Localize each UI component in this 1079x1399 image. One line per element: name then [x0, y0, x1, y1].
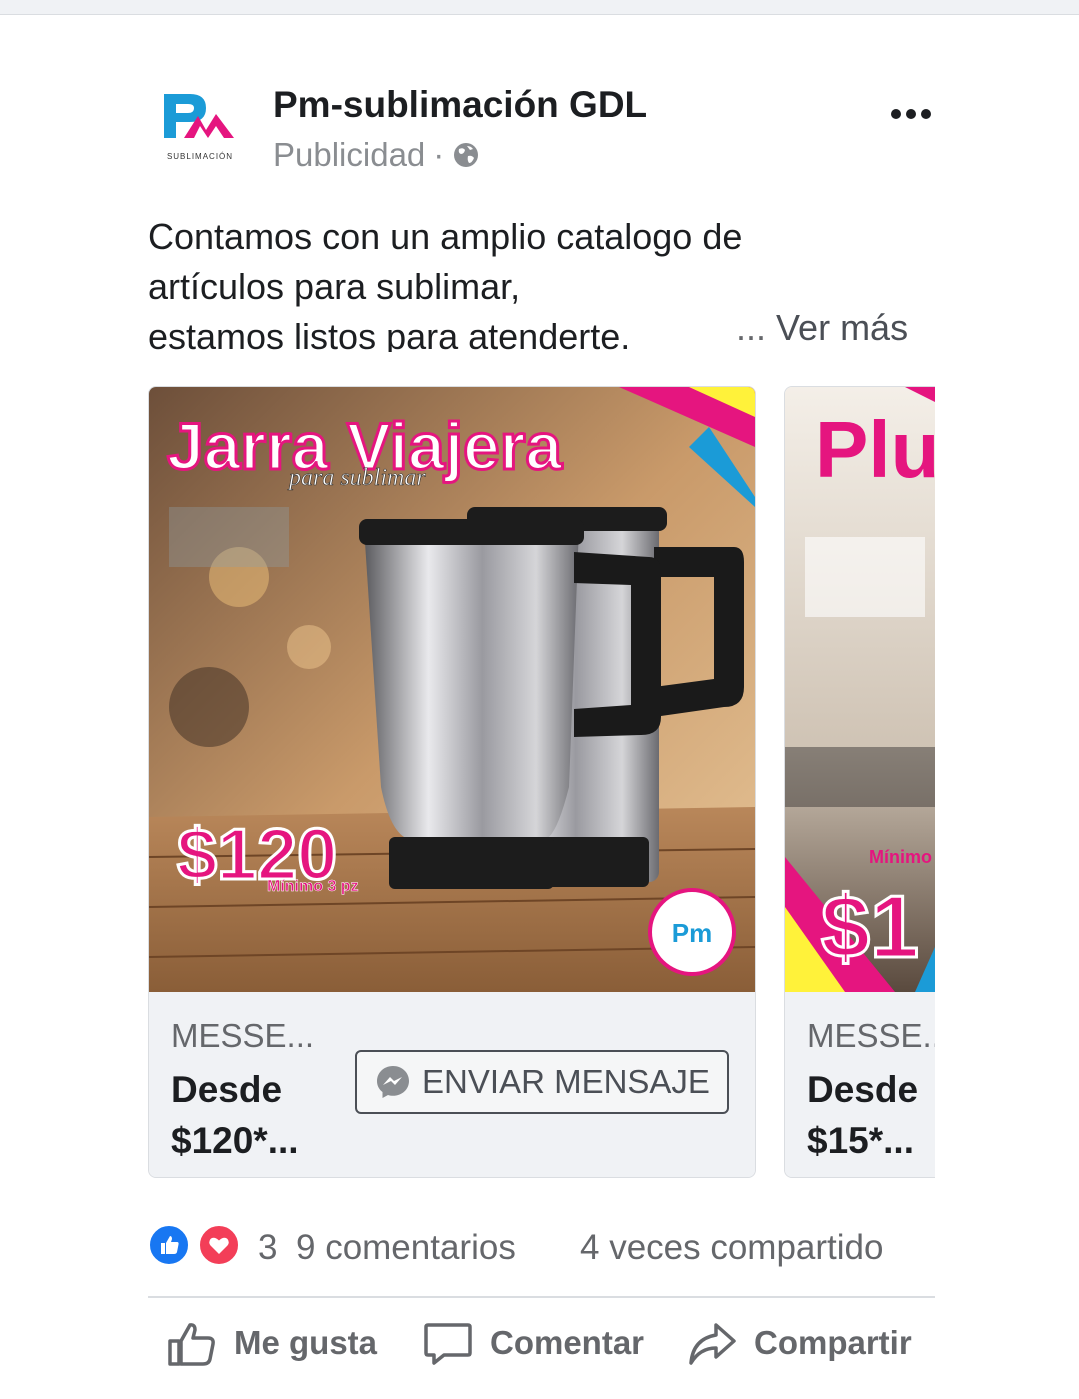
dot-icon: [921, 109, 931, 119]
thumbs-up-icon: [168, 1323, 215, 1366]
card-headline-line: Desde: [807, 1069, 919, 1110]
heart-icon: [209, 1237, 229, 1254]
pm-logo-icon: SUBLIMACIÓN: [164, 94, 234, 161]
comment-button[interactable]: Comentar: [422, 1310, 644, 1376]
comments-count[interactable]: 9 comentarios: [296, 1228, 516, 1268]
card-headline: Desde $15*...: [807, 1064, 935, 1166]
dot-icon: [906, 109, 916, 119]
card-domain: MESSE...: [807, 1017, 935, 1054]
image-subtitle: para sublimar: [287, 465, 426, 491]
svg-text:Pm: Pm: [672, 918, 712, 948]
meta-separator: ·: [433, 136, 445, 173]
comment-label: Comentar: [490, 1324, 645, 1361]
post-stats: 3 9 comentarios 4 veces compartido: [148, 1222, 935, 1278]
image-title: Plu: [815, 405, 935, 494]
image-price: $1: [821, 877, 919, 976]
page-avatar[interactable]: SUBLIMACIÓN: [150, 80, 248, 172]
product-photo: Plu Mínimo $1: [785, 387, 935, 992]
post-meta: Publicidad ·: [273, 136, 480, 174]
thumbs-up-icon: [161, 1236, 179, 1254]
carousel-card[interactable]: Plu Mínimo $1 MESSE... Desde $15*...: [784, 386, 935, 1178]
card-headline-line: $15*...: [807, 1120, 914, 1161]
product-image-jarra-viajera[interactable]: Pm Jarra Viajera para sublimar $120 Míni…: [149, 387, 755, 992]
card-footer[interactable]: MESSE... Desde $15*...: [785, 992, 935, 1177]
love-reaction-icon[interactable]: [198, 1224, 240, 1266]
dot-icon: [891, 109, 901, 119]
share-label: Compartir: [754, 1324, 912, 1361]
like-button[interactable]: Me gusta: [166, 1310, 377, 1376]
reaction-count[interactable]: 3: [258, 1228, 277, 1268]
card-headline: Desde $120*...: [171, 1064, 321, 1166]
globe-icon: [454, 143, 479, 167]
sponsored-label[interactable]: Publicidad: [273, 136, 425, 174]
send-message-label: ENVIAR MENSAJE: [422, 1063, 710, 1100]
image-min-note: Mínimo: [869, 847, 932, 867]
carousel-card[interactable]: Pm Jarra Viajera para sublimar $120 Míni…: [148, 386, 756, 1178]
page-name[interactable]: Pm-sublimación GDL: [273, 84, 647, 126]
send-message-button[interactable]: ENVIAR MENSAJE: [355, 1050, 729, 1114]
divider: [148, 1296, 935, 1298]
ad-carousel[interactable]: Pm Jarra Viajera para sublimar $120 Míni…: [148, 386, 935, 1178]
share-arrow-icon: [689, 1323, 736, 1365]
card-headline-line: Desde: [171, 1069, 283, 1110]
more-options-button[interactable]: [884, 95, 938, 133]
shares-count[interactable]: 4 veces compartido: [580, 1228, 883, 1268]
comment-icon: [424, 1323, 472, 1365]
product-photo: Pm Jarra Viajera para sublimar $120 Míni…: [149, 387, 755, 992]
messenger-icon: [377, 1066, 410, 1098]
card-footer[interactable]: MESSE... Desde $120*... ENVIAR MENSAJE: [149, 992, 755, 1177]
see-more-dots: ...: [736, 307, 767, 348]
image-min-note: Mínimo 3 pz: [267, 878, 359, 895]
svg-text:SUBLIMACIÓN: SUBLIMACIÓN: [167, 152, 233, 161]
product-image-next[interactable]: Plu Mínimo $1: [785, 387, 935, 992]
post-text-line: Contamos con un amplio catalogo de: [148, 216, 743, 257]
share-button[interactable]: Compartir: [686, 1310, 912, 1376]
card-domain: MESSE...: [171, 1017, 315, 1054]
see-more-link[interactable]: ... Ver más: [730, 307, 909, 349]
see-more-label: Ver más: [776, 307, 909, 348]
post-text-line: artículos para sublimar,: [148, 266, 521, 307]
like-label: Me gusta: [234, 1324, 378, 1361]
card-headline-line: $120*...: [171, 1120, 299, 1161]
like-reaction-icon[interactable]: [148, 1224, 190, 1266]
top-bar: [0, 0, 1079, 15]
